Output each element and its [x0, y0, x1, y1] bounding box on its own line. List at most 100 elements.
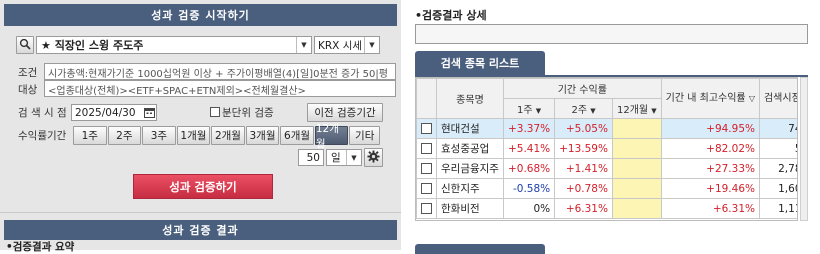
cond-label: 조건: [18, 66, 38, 79]
cond-field[interactable]: 시가총액:현재가기준 1000십억원 이상 + 주가이평배열(4)[일]0분전 …: [44, 63, 396, 80]
period-6m-button[interactable]: 6개월: [280, 126, 314, 145]
stock-name[interactable]: 효성중공업: [436, 138, 504, 159]
w2-header-label: 2주: [571, 105, 588, 116]
return-2w: +6.31%: [554, 198, 613, 219]
count-unit-value: 일: [331, 152, 341, 164]
prev-period-button[interactable]: 이전 검증기간: [307, 103, 383, 122]
return-1w: 0%: [502, 198, 556, 219]
max-return-header-label: 기간 내 최고수익률: [665, 93, 746, 104]
sort-icon[interactable]: ▽: [749, 94, 755, 103]
stock-list-table: 종목명 기간 수익률 기간 내 최고수익률 ▽ 검색시점 거래량 1주 ▼ 2주…: [416, 78, 797, 219]
return-12m: [611, 118, 662, 139]
search-price: 1,605,443: [758, 178, 797, 199]
bottom-tab[interactable]: [415, 244, 545, 254]
max-return: +82.02%: [660, 138, 760, 159]
count-input[interactable]: 50: [298, 149, 324, 166]
target-field[interactable]: <업종대상(전체)><ETF+SPAC+ETN제외><전체월결산>: [44, 80, 396, 97]
return-2w: +5.05%: [554, 118, 613, 139]
search-price: 54,331: [758, 138, 797, 159]
strategy-select-value: ★ 직장인 스윙 주도주: [41, 39, 144, 52]
stock-list-tab-label: 검색 종목 리스트: [440, 57, 520, 70]
start-title: 성과 검증 시작하기: [151, 9, 250, 22]
return-12m: [611, 178, 662, 199]
period-3w-button[interactable]: 3주: [142, 126, 176, 145]
m12-header-label: 12개월: [616, 105, 649, 116]
stock-name[interactable]: 우리금융지주: [436, 158, 504, 179]
strategy-search-button[interactable]: [16, 36, 34, 54]
market-select[interactable]: KRX 시세 ▼: [314, 36, 380, 54]
return-period-label: 수익률기간: [18, 130, 67, 142]
split-check-checkbox[interactable]: [210, 107, 220, 117]
return-1w: +5.41%: [502, 138, 556, 159]
stock-list-body: 현대건설+3.37%+5.05%+94.95%745,906효성중공업+5.41…: [416, 118, 797, 219]
stock-name[interactable]: 한화비전: [436, 198, 504, 219]
table-row[interactable]: 효성중공업+5.41%+13.59% +82.02%54,331: [416, 138, 797, 159]
w1-header[interactable]: 1주 ▼: [502, 98, 556, 119]
period-button-group: 1주 2주 3주 1개월 2개월 3개월 6개월 12개월 기타: [73, 123, 381, 150]
return-2w: +1.41%: [554, 158, 613, 179]
count-unit-select[interactable]: 일 ▼: [326, 149, 362, 166]
return-1w: +0.68%: [502, 158, 556, 179]
stock-name[interactable]: 신한지주: [436, 178, 504, 199]
return-12m: [611, 158, 662, 179]
search-price: 745,906: [758, 118, 797, 139]
table-row[interactable]: 신한지주-0.58%+0.78% +19.46%1,605,443: [416, 178, 797, 199]
cond-text: 시가총액:현재가기준 1000십억원 이상 + 주가이평배열(4)[일]0분전 …: [48, 69, 388, 80]
chevron-down-icon: ▼: [535, 107, 542, 115]
run-verify-button[interactable]: 성과 검증하기: [133, 174, 273, 199]
row-checkbox[interactable]: [421, 183, 432, 194]
settings-button[interactable]: [364, 148, 383, 167]
row-checkbox-cell[interactable]: [416, 138, 437, 159]
search-price-header: 검색시점 거래량: [758, 78, 797, 119]
gear-icon: [367, 149, 380, 166]
result-title-bar: 성과 검증 결과: [4, 220, 397, 240]
period-3m-button[interactable]: 3개월: [245, 126, 280, 145]
row-checkbox-cell[interactable]: [416, 178, 437, 199]
table-scrollbar[interactable]: [800, 77, 808, 221]
chevron-down-icon: ▼: [296, 37, 311, 53]
row-checkbox-cell[interactable]: [416, 118, 437, 139]
row-checkbox-cell[interactable]: [416, 158, 437, 179]
row-checkbox[interactable]: [421, 203, 432, 214]
return-12m: [611, 138, 662, 159]
return-1w: -0.58%: [502, 178, 556, 199]
max-return: +94.95%: [660, 118, 760, 139]
search-price: 2,783,375: [758, 158, 797, 179]
stock-list-tab[interactable]: 검색 종목 리스트: [415, 51, 545, 75]
start-date-input[interactable]: 2025/04/30: [71, 104, 157, 121]
split-check-label: 분단위 검증: [222, 107, 274, 119]
strategy-select[interactable]: ★ 직장인 스윙 주도주 ▼: [36, 36, 312, 54]
max-return-header: 기간 내 최고수익률 ▽: [660, 78, 760, 119]
m12-header[interactable]: 12개월 ▼: [611, 98, 662, 119]
max-return: +6.31%: [660, 198, 760, 219]
start-title-bar: 성과 검증 시작하기: [4, 4, 397, 26]
max-return: +27.33%: [660, 158, 760, 179]
row-checkbox[interactable]: [421, 143, 432, 154]
period-1w-button[interactable]: 1주: [73, 126, 107, 145]
row-checkbox[interactable]: [421, 123, 432, 134]
return-2w: +0.78%: [554, 178, 613, 199]
detail-title: •검증결과 상세: [415, 9, 487, 22]
return-12m: [611, 198, 662, 219]
row-checkbox-cell[interactable]: [416, 198, 437, 219]
period-2w-button[interactable]: 2주: [107, 126, 142, 145]
row-checkbox[interactable]: [421, 163, 432, 174]
calendar-icon[interactable]: [142, 107, 156, 118]
period-other-button[interactable]: 기타: [349, 126, 381, 145]
table-row[interactable]: 한화비전0%+6.31%+6.31%1,116,304: [416, 198, 797, 219]
table-row[interactable]: 우리금융지주+0.68%+1.41% +27.33%2,783,375: [416, 158, 797, 179]
magnifier-icon: [19, 38, 31, 53]
start-date-value: 2025/04/30: [75, 106, 136, 119]
start-date-label: 검 색 시 점: [18, 107, 67, 119]
divider: [0, 212, 401, 213]
stock-name[interactable]: 현대건설: [436, 118, 504, 139]
w1-header-label: 1주: [516, 105, 533, 116]
period-2m-button[interactable]: 2개월: [211, 126, 245, 145]
search-price: 1,116,304: [758, 198, 797, 219]
chevron-down-icon: ▼: [590, 107, 596, 115]
w2-header[interactable]: 2주 ▼: [554, 98, 613, 119]
name-header: 종목명: [436, 78, 504, 119]
period-1m-button[interactable]: 1개월: [176, 126, 211, 145]
table-row[interactable]: 현대건설+3.37%+5.05% +94.95%745,906: [416, 118, 797, 139]
period-12m-button[interactable]: 12개월: [314, 123, 349, 150]
